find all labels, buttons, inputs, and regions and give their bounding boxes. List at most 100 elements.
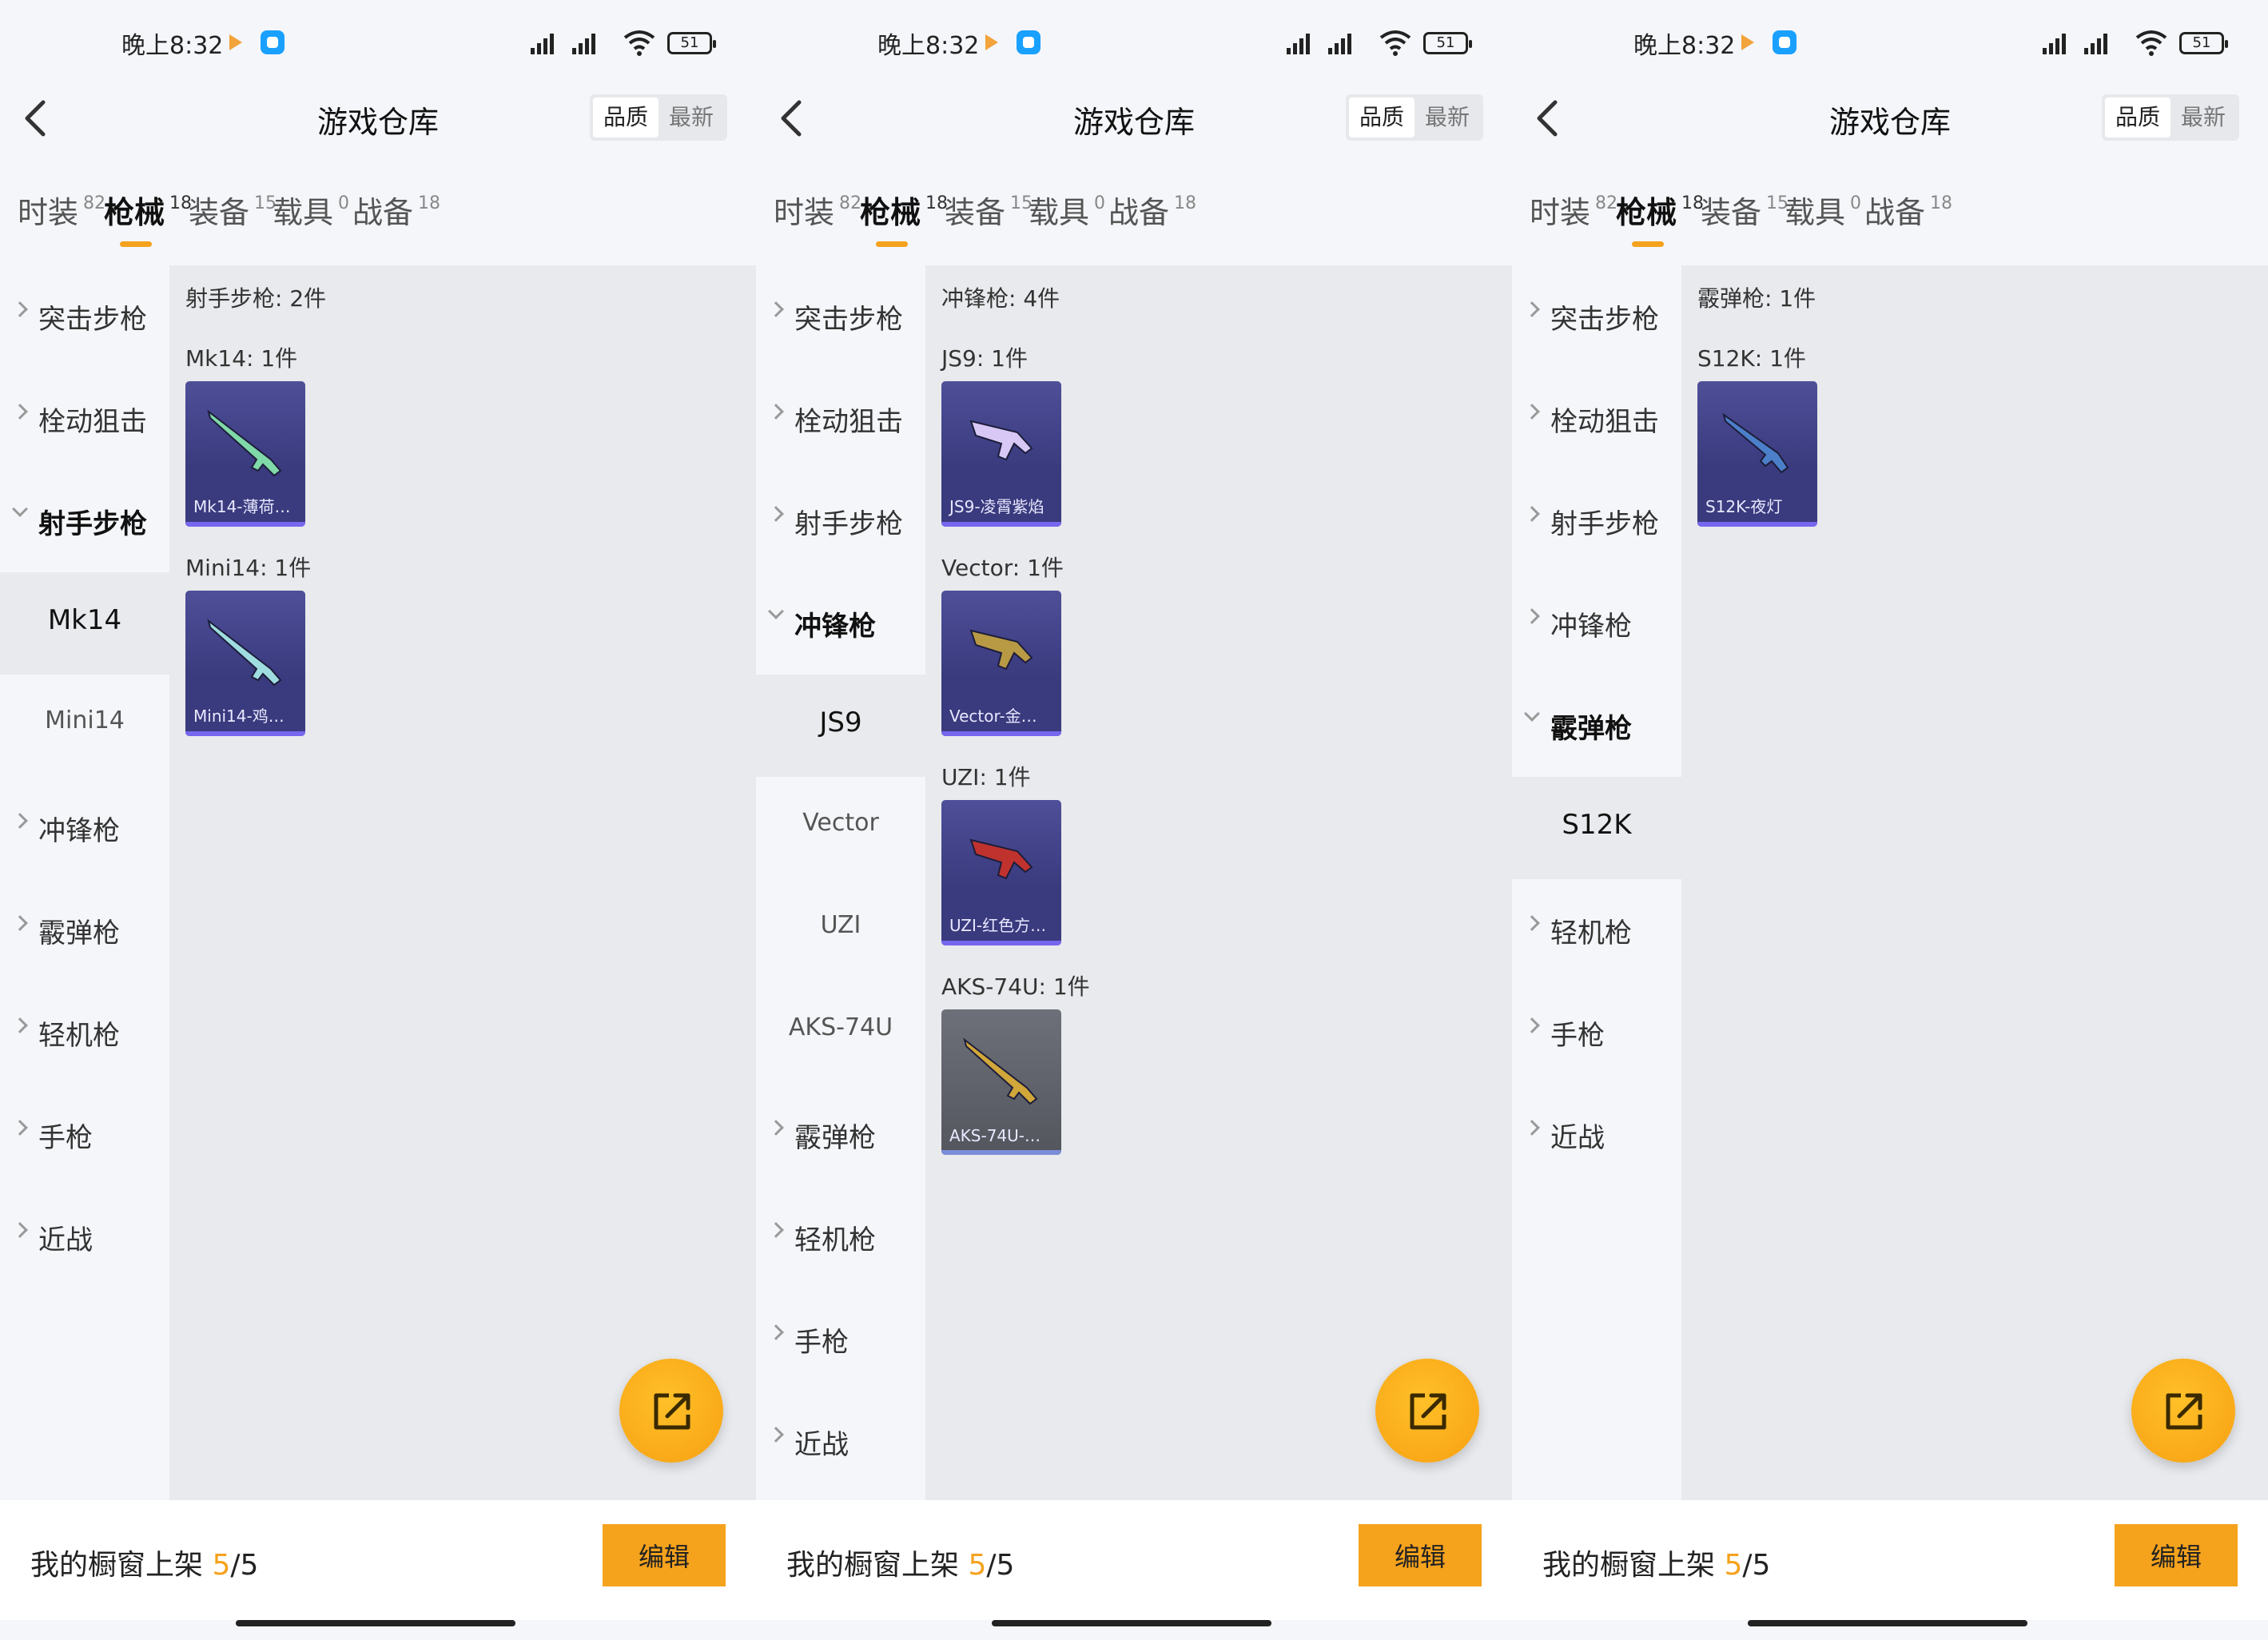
home-indicator[interactable] (1748, 1620, 2027, 1626)
tab-0[interactable]: 时装 82 (774, 188, 861, 232)
sidebar-category[interactable]: 近战 (1512, 1084, 1681, 1186)
tab-3[interactable]: 载具 0 (1029, 188, 1105, 232)
sidebar-category[interactable]: 射手步枪 (756, 470, 925, 572)
signal-icon (2043, 30, 2066, 54)
sidebar-category[interactable]: 射手步枪 (0, 470, 169, 572)
tab-label: 时装 (774, 195, 835, 230)
sidebar-category[interactable]: 近战 (0, 1186, 169, 1288)
tab-1[interactable]: 枪械 18 (104, 188, 192, 232)
share-fab-button[interactable] (619, 1359, 723, 1463)
edit-button[interactable]: 编辑 (2115, 1524, 2238, 1586)
skin-card[interactable]: UZI-红色方… (941, 800, 1061, 945)
sidebar-item-label: UZI (820, 911, 861, 939)
showcase-bar: 我的橱窗上架 5/5 编辑 (756, 1500, 1512, 1620)
sort-newest-button[interactable]: 最新 (1415, 98, 1480, 137)
sidebar-category[interactable]: 轻机枪 (1512, 879, 1681, 981)
status-bar: 晚上8:32 51 (756, 0, 1512, 88)
tab-1[interactable]: 枪械 18 (860, 188, 948, 232)
tab-4[interactable]: 战备 18 (352, 188, 440, 232)
skin-name: S12K-夜灯 (1705, 497, 1783, 516)
chevron-right-icon (768, 506, 784, 522)
skin-card[interactable]: Mini14-鸡智… (185, 591, 305, 736)
share-fab-button[interactable] (1375, 1359, 1479, 1463)
media-play-icon (985, 34, 998, 50)
sidebar-subitem[interactable]: Mk14 (0, 572, 169, 675)
showcase-bar: 我的橱窗上架 5/5 编辑 (1512, 1500, 2268, 1620)
sidebar-category[interactable]: 栓动狙击 (756, 368, 925, 470)
sidebar-item-label: 近战 (38, 1224, 93, 1256)
showcase-total: /5 (230, 1549, 259, 1582)
chevron-right-icon (768, 1222, 784, 1238)
chevron-right-icon (768, 1120, 784, 1136)
sidebar-subitem[interactable]: JS9 (756, 675, 925, 777)
sidebar-subitem[interactable]: Mini14 (0, 675, 169, 777)
sidebar-category[interactable]: 轻机枪 (756, 1186, 925, 1288)
sidebar-subitem[interactable]: UZI (756, 879, 925, 981)
sidebar-category[interactable]: 近战 (756, 1391, 925, 1493)
skin-card[interactable]: Mk14-薄荷… (185, 381, 305, 527)
sidebar-item-label: 射手步枪 (794, 508, 903, 540)
sidebar-subitem[interactable]: AKS-74U (756, 981, 925, 1084)
sidebar-category[interactable]: 突击步枪 (0, 265, 169, 368)
skin-card[interactable]: Vector-金… (941, 591, 1061, 736)
share-fab-button[interactable] (2131, 1359, 2235, 1463)
sort-quality-button[interactable]: 品质 (1349, 98, 1415, 137)
phone-screen: 晚上8:32 51 游戏仓库 品质 最新 时装 82 枪械 18 装备 15 载具 0 战备 18… (1512, 0, 2268, 1640)
chevron-right-icon (1524, 915, 1540, 931)
sidebar-category[interactable]: 栓动狙击 (0, 368, 169, 470)
sidebar-subitem[interactable]: S12K (1512, 777, 1681, 879)
rifle-mint-icon (207, 409, 282, 477)
skin-card[interactable]: AKS-74U-… (941, 1009, 1061, 1155)
sidebar-category[interactable]: 手枪 (0, 1084, 169, 1186)
tab-label: 时装 (1530, 195, 1591, 230)
sidebar-category[interactable]: 栓动狙击 (1512, 368, 1681, 470)
tab-1[interactable]: 枪械 18 (1616, 188, 1704, 232)
tab-2[interactable]: 装备 15 (945, 188, 1033, 232)
phone-screen: 晚上8:32 51 游戏仓库 品质 最新 时装 82 枪械 18 装备 15 载具 0 战备 18… (0, 0, 756, 1640)
sidebar-category[interactable]: 突击步枪 (1512, 265, 1681, 368)
tab-count: 18 (418, 193, 441, 213)
home-indicator[interactable] (992, 1620, 1271, 1626)
sort-newest-button[interactable]: 最新 (659, 98, 724, 137)
sidebar-category[interactable]: 冲锋枪 (0, 777, 169, 879)
sidebar-category[interactable]: 霰弹枪 (1512, 675, 1681, 777)
sort-quality-button[interactable]: 品质 (2105, 98, 2171, 137)
weapon-count-heading: Mini14: 1件 (185, 555, 312, 581)
chevron-right-icon (1524, 1120, 1540, 1136)
sort-toggle: 品质 最新 (1346, 94, 1483, 141)
wifi-icon (623, 30, 655, 56)
skin-card[interactable]: JS9-凌霄紫焰 (941, 381, 1061, 527)
edit-button[interactable]: 编辑 (1359, 1524, 1482, 1586)
sidebar-category[interactable]: 冲锋枪 (1512, 572, 1681, 675)
sidebar-category[interactable]: 手枪 (756, 1288, 925, 1391)
sidebar-item-label: 射手步枪 (1550, 508, 1659, 540)
sidebar-category[interactable]: 手枪 (1512, 981, 1681, 1084)
sidebar-category[interactable]: 射手步枪 (1512, 470, 1681, 572)
sidebar-subitem[interactable]: Vector (756, 777, 925, 879)
tab-2[interactable]: 装备 15 (189, 188, 277, 232)
edit-button[interactable]: 编辑 (603, 1524, 726, 1586)
sidebar-item-label: 突击步枪 (1550, 304, 1659, 336)
home-indicator[interactable] (236, 1620, 515, 1626)
tab-3[interactable]: 载具 0 (273, 188, 349, 232)
skin-card[interactable]: S12K-夜灯 (1697, 381, 1817, 527)
tab-label: 战备 (352, 195, 414, 230)
app-notification-icon (1017, 30, 1040, 54)
tab-4[interactable]: 战备 18 (1108, 188, 1196, 232)
sidebar-item-label: 近战 (1550, 1122, 1605, 1154)
sidebar-item-label: 轻机枪 (38, 1020, 120, 1052)
screenshot-root: 晚上8:32 51 游戏仓库 品质 最新 时装 82 枪械 18 装备 15 载具 0 战备 18… (0, 0, 2268, 1640)
tab-0[interactable]: 时装 82 (1530, 188, 1617, 232)
sidebar-category[interactable]: 霰弹枪 (0, 879, 169, 981)
sort-quality-button[interactable]: 品质 (593, 98, 659, 137)
sort-newest-button[interactable]: 最新 (2171, 98, 2236, 137)
tab-4[interactable]: 战备 18 (1864, 188, 1952, 232)
tab-2[interactable]: 装备 15 (1701, 188, 1789, 232)
sidebar-category[interactable]: 霰弹枪 (756, 1084, 925, 1186)
sidebar-category[interactable]: 冲锋枪 (756, 572, 925, 675)
media-play-icon (229, 34, 242, 50)
tab-3[interactable]: 载具 0 (1785, 188, 1861, 232)
sidebar-category[interactable]: 轻机枪 (0, 981, 169, 1084)
sidebar-category[interactable]: 突击步枪 (756, 265, 925, 368)
tab-0[interactable]: 时装 82 (18, 188, 105, 232)
